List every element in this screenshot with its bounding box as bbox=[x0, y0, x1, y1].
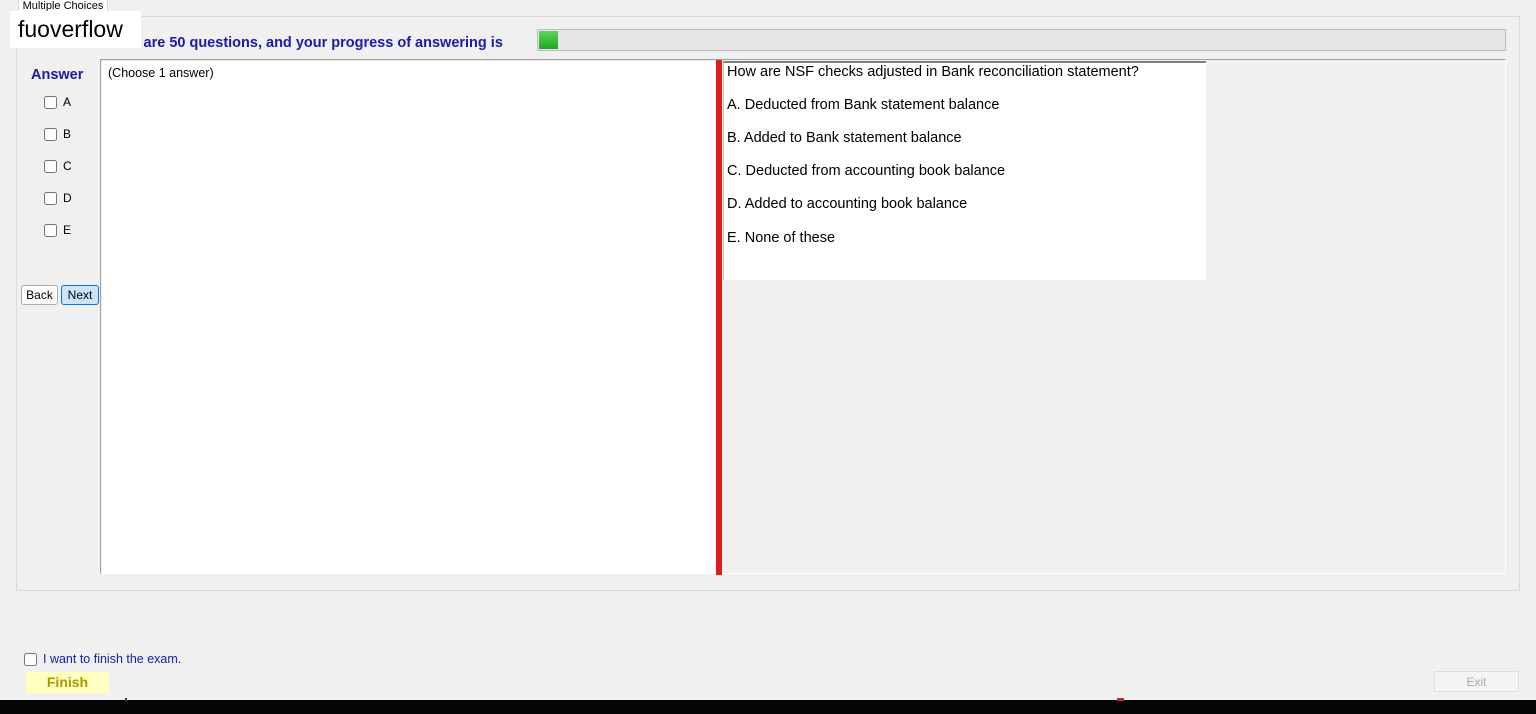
finish-exam-label: I want to finish the exam. bbox=[43, 652, 182, 666]
taskbar-strip bbox=[0, 700, 1536, 714]
answer-title: Answer bbox=[31, 67, 84, 83]
watermark: fuoverflow bbox=[10, 11, 141, 48]
answer-option-c[interactable]: C bbox=[44, 159, 72, 173]
strip-marker bbox=[1117, 698, 1124, 701]
answer-option-d[interactable]: D bbox=[44, 191, 72, 205]
progress-bar bbox=[537, 29, 1506, 51]
answer-checkbox-b[interactable] bbox=[44, 127, 57, 141]
choose-hint: (Choose 1 answer) bbox=[108, 66, 214, 80]
finish-button[interactable]: Finish bbox=[26, 672, 109, 693]
question-choice-d: D. Added to accounting book balance bbox=[727, 196, 968, 212]
answer-checkbox-d[interactable] bbox=[44, 191, 57, 205]
progress-fill bbox=[539, 31, 559, 49]
answer-option-label: A bbox=[63, 95, 72, 109]
strip-marker bbox=[125, 698, 127, 701]
answer-option-a[interactable]: A bbox=[44, 95, 71, 109]
question-choice-b: B. Added to Bank statement balance bbox=[727, 130, 962, 146]
answer-option-label: C bbox=[63, 159, 72, 173]
split-divider[interactable] bbox=[716, 60, 722, 575]
answer-option-b[interactable]: B bbox=[44, 127, 71, 141]
question-text: How are NSF checks adjusted in Bank reco… bbox=[727, 64, 1139, 80]
answer-checkbox-e[interactable] bbox=[44, 223, 57, 237]
next-button[interactable]: Next bbox=[61, 285, 99, 305]
answer-option-e[interactable]: E bbox=[44, 223, 71, 237]
exit-button[interactable]: Exit bbox=[1434, 671, 1519, 692]
finish-exam-check[interactable] bbox=[24, 652, 37, 666]
answer-option-label: B bbox=[63, 127, 72, 141]
question-choice-a: A. Deducted from Bank statement balance bbox=[727, 97, 1000, 113]
finish-exam-checkbox[interactable]: I want to finish the exam. bbox=[24, 652, 181, 666]
answer-checkbox-a[interactable] bbox=[44, 95, 57, 109]
progress-text: There are 50 questions, and your progres… bbox=[100, 35, 503, 51]
answer-checkbox-c[interactable] bbox=[44, 159, 57, 173]
answer-area bbox=[102, 61, 716, 573]
question-choice-e: E. None of these bbox=[727, 230, 836, 246]
answer-option-label: E bbox=[63, 223, 72, 237]
answer-option-label: D bbox=[63, 191, 72, 205]
back-button[interactable]: Back bbox=[21, 285, 58, 305]
question-choice-c: C. Deducted from accounting book balance bbox=[727, 163, 1006, 179]
